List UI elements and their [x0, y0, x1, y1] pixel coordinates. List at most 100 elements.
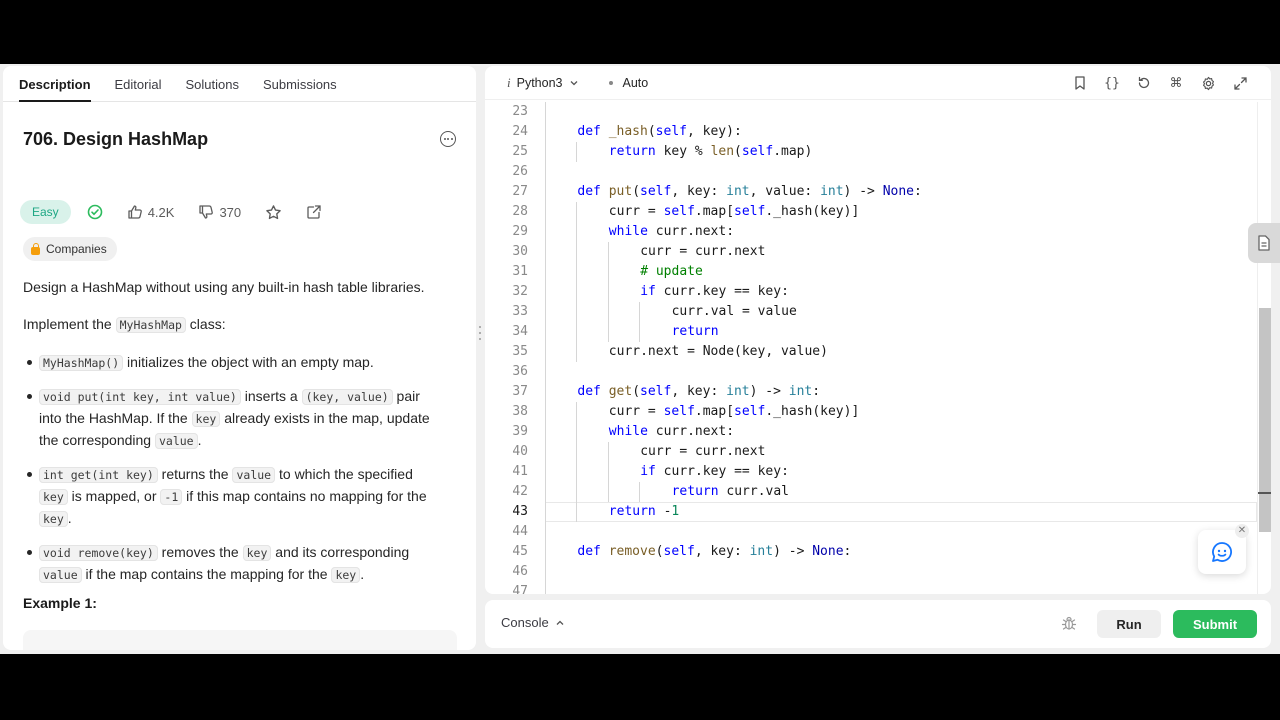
- more-options-icon[interactable]: [440, 131, 456, 147]
- tab-solutions[interactable]: Solutions: [185, 77, 238, 101]
- description-tabs: Description Editorial Solutions Submissi…: [3, 66, 476, 102]
- line-number: 43: [512, 504, 528, 519]
- language-info-icon: i: [507, 74, 511, 90]
- scrollbar-thumb[interactable]: [1259, 308, 1271, 532]
- code-line[interactable]: 27 def put(self, key: int, value: int) ->…: [485, 182, 1257, 202]
- line-number: 33: [512, 304, 528, 319]
- dislike-count: 370: [219, 204, 242, 220]
- line-number: 34: [512, 324, 528, 339]
- line-number: 32: [512, 284, 528, 299]
- panel-resize-handle[interactable]: [478, 326, 482, 340]
- code-line[interactable]: 25 return key % len(self.map): [485, 142, 1257, 162]
- fullscreen-expand-icon[interactable]: [1231, 74, 1249, 92]
- code-line[interactable]: 43 return -1: [485, 502, 1257, 522]
- indent-guide: [545, 102, 546, 122]
- code-line[interactable]: 38 curr = self.map[self._hash(key)]: [485, 402, 1257, 422]
- code-line[interactable]: 29 while curr.next:: [485, 222, 1257, 242]
- editor-scrollbar[interactable]: [1257, 102, 1271, 594]
- console-toggle[interactable]: Console: [501, 615, 565, 630]
- line-number: 37: [512, 384, 528, 399]
- format-braces-icon[interactable]: {}: [1103, 74, 1121, 92]
- indent-guide: [545, 442, 546, 462]
- run-button[interactable]: Run: [1097, 610, 1161, 638]
- companies-label: Companies: [46, 242, 107, 256]
- code-text: curr.next = Node(key, value): [608, 344, 828, 359]
- code-line[interactable]: 34 return: [485, 322, 1257, 342]
- app-window: Description Editorial Solutions Submissi…: [0, 64, 1280, 654]
- thumbs-down-icon: [199, 205, 214, 219]
- code-line[interactable]: 40 curr = curr.next: [485, 442, 1257, 462]
- code-line[interactable]: 31 # update: [485, 262, 1257, 282]
- line-number: 25: [512, 144, 528, 159]
- indent-guide: [545, 382, 546, 402]
- document-icon: [1258, 235, 1270, 251]
- command-icon[interactable]: ⌘: [1167, 74, 1185, 92]
- code-line[interactable]: 33 curr.val = value: [485, 302, 1257, 322]
- chevron-down-icon: [570, 80, 577, 85]
- line-number: 46: [512, 564, 528, 579]
- indent-guide: [545, 502, 546, 522]
- code-line[interactable]: 30 curr = curr.next: [485, 242, 1257, 262]
- companies-tag[interactable]: Companies: [23, 237, 117, 261]
- line-number: 29: [512, 224, 528, 239]
- line-number: 36: [512, 364, 528, 379]
- code-line[interactable]: 39 while curr.next:: [485, 422, 1257, 442]
- tab-submissions[interactable]: Submissions: [263, 77, 337, 101]
- code-line[interactable]: 42 return curr.val: [485, 482, 1257, 502]
- code-line[interactable]: 41 if curr.key == key:: [485, 462, 1257, 482]
- code-text: curr = self.map[self._hash(key)]: [608, 404, 860, 419]
- code-area[interactable]: 23 24 def _hash(self, key): 25 return key % …: [485, 102, 1257, 594]
- separator-dot: [608, 80, 613, 85]
- code-line[interactable]: 46: [485, 562, 1257, 582]
- indent-guide: [545, 362, 546, 382]
- reset-icon[interactable]: [1135, 74, 1153, 92]
- share-icon[interactable]: [306, 204, 322, 220]
- indent-guide: [545, 202, 546, 222]
- code-line[interactable]: 44: [485, 522, 1257, 542]
- settings-gear-icon[interactable]: [1199, 74, 1217, 92]
- code-text: curr = curr.next: [640, 244, 766, 259]
- indent-guide: [607, 322, 609, 342]
- problem-description: Design a HashMap without using any built…: [23, 277, 443, 598]
- indent-guide: [576, 262, 578, 282]
- code-line[interactable]: 37 def get(self, key: int) -> int:: [485, 382, 1257, 402]
- language-select[interactable]: i Python3: [507, 75, 579, 91]
- code-line[interactable]: 45 def remove(self, key: int) -> None:: [485, 542, 1257, 562]
- tab-description[interactable]: Description: [19, 77, 91, 102]
- language-label: Python3: [516, 75, 563, 90]
- line-number: 24: [512, 124, 528, 139]
- code-line[interactable]: 26: [485, 162, 1257, 182]
- tab-editorial[interactable]: Editorial: [115, 77, 162, 101]
- indent-guide: [545, 122, 546, 142]
- indent-guide: [576, 482, 578, 502]
- line-number: 30: [512, 244, 528, 259]
- code-line[interactable]: 28 curr = self.map[self._hash(key)]: [485, 202, 1257, 222]
- like-button[interactable]: 4.2K: [127, 204, 174, 220]
- line-number: 39: [512, 424, 528, 439]
- code-line[interactable]: 35 curr.next = Node(key, value): [485, 342, 1257, 362]
- code-line[interactable]: 32 if curr.key == key:: [485, 282, 1257, 302]
- submit-button[interactable]: Submit: [1173, 610, 1257, 638]
- code-line[interactable]: 23: [485, 102, 1257, 122]
- line-number: 38: [512, 404, 528, 419]
- code-text: def remove(self, key: int) -> None:: [577, 544, 852, 559]
- code-line[interactable]: 24 def _hash(self, key):: [485, 122, 1257, 142]
- line-number: 42: [512, 484, 528, 499]
- notes-side-tab[interactable]: [1248, 223, 1280, 263]
- dislike-button[interactable]: 370: [198, 204, 241, 220]
- list-item: int get(int key) returns the value to wh…: [27, 464, 443, 530]
- close-icon[interactable]: ✕: [1235, 524, 1249, 538]
- indent-guide: [607, 242, 609, 262]
- indent-guide: [545, 482, 546, 502]
- indent-guide: [576, 342, 578, 362]
- indent-guide: [576, 222, 578, 242]
- debug-bug-icon[interactable]: [1061, 615, 1077, 636]
- code-text: return -1: [608, 504, 680, 519]
- bookmark-icon[interactable]: [1071, 74, 1089, 92]
- star-icon[interactable]: [265, 204, 282, 221]
- editor-toolbar: i Python3 Auto {} ⌘: [485, 66, 1271, 100]
- code-line[interactable]: 36: [485, 362, 1257, 382]
- autocomplete-mode[interactable]: Auto: [623, 76, 649, 90]
- code-line[interactable]: 47: [485, 582, 1257, 594]
- indent-guide: [545, 582, 546, 594]
